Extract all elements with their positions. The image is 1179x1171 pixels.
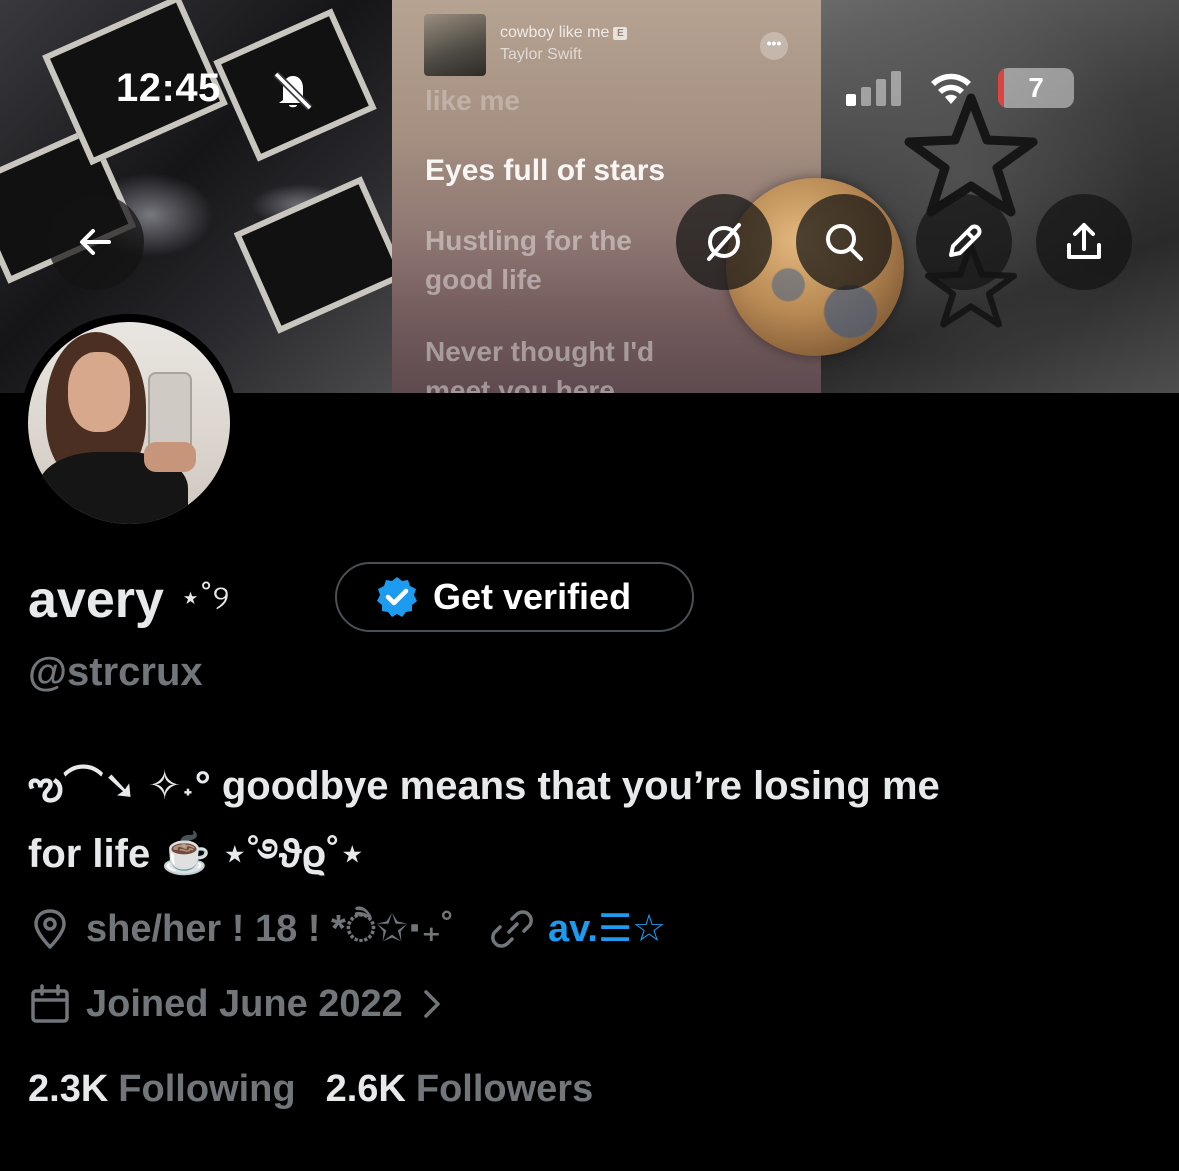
location-pin-icon <box>34 908 66 949</box>
joined-row[interactable]: Joined June 2022 <box>28 982 447 1026</box>
avatar-face <box>68 352 130 432</box>
display-name: avery ⋆˚୨ <box>28 571 230 629</box>
bell-slash-icon <box>273 71 313 110</box>
avatar-photo <box>28 322 230 524</box>
followers-label: Followers <box>415 1068 594 1110</box>
edit-button[interactable] <box>916 194 1012 290</box>
banner-photo-window <box>821 0 1179 393</box>
signal-icon <box>846 71 901 106</box>
avatar[interactable] <box>20 314 238 532</box>
banner-photo-book <box>0 0 392 393</box>
wifi-icon <box>931 73 971 104</box>
bio: ఌ︎⌒➘ ✧˖° goodbye means that you’re losin… <box>28 752 1148 888</box>
name-decoration: ⋆˚୨ <box>179 579 230 617</box>
share-button[interactable] <box>1036 194 1132 290</box>
grok-icon <box>707 223 741 261</box>
back-button[interactable] <box>48 194 144 290</box>
album-art <box>424 14 486 76</box>
profile-meta-row: she/her ! 18 ! *ੈ✩‧₊˚ av.☰☆ <box>28 906 666 951</box>
battery-percent: 7 <box>1028 72 1044 103</box>
lyric-line: like me <box>425 85 520 116</box>
website-link[interactable]: av.☰☆ <box>548 906 666 951</box>
search-icon <box>826 224 863 261</box>
more-icon: ••• <box>760 32 788 60</box>
link-icon <box>491 909 533 948</box>
grok-button[interactable] <box>676 194 772 290</box>
search-button[interactable] <box>796 194 892 290</box>
lyric-line: good life <box>425 264 542 295</box>
follow-stats: 2.3K Following 2.6K Followers <box>28 1068 593 1111</box>
lyric-line: meet you here <box>425 375 615 393</box>
explicit-badge: E <box>613 27 628 40</box>
calendar-icon <box>31 984 69 1023</box>
bio-line: for life ☕️ ⋆˚࿔ϑϱ˚⋆ <box>28 832 365 876</box>
location-text: she/her ! 18 ! *ੈ✩‧₊˚ <box>86 908 454 950</box>
followers-link[interactable]: 2.6K Followers <box>326 1068 594 1111</box>
get-verified-label: Get verified <box>433 576 632 617</box>
share-icon <box>1067 223 1101 259</box>
avatar-hand <box>144 442 196 472</box>
song-artist: Taylor Swift <box>500 46 582 63</box>
lyric-line-active: Eyes full of stars <box>425 154 666 187</box>
bio-line: ఌ︎⌒➘ ✧˖° goodbye means that you’re losin… <box>28 764 940 808</box>
get-verified-button[interactable]: Get verified <box>335 562 694 632</box>
book-page-image <box>233 176 392 334</box>
followers-count: 2.6K <box>325 1068 406 1110</box>
lyric-line: Never thought I'd <box>425 336 655 367</box>
following-label: Following <box>118 1068 296 1110</box>
battery-icon: 7 <box>998 68 1074 108</box>
arrow-left-icon <box>80 229 111 255</box>
joined-date: Joined June 2022 <box>86 982 403 1025</box>
pencil-icon <box>949 224 982 257</box>
chevron-right-icon <box>424 990 440 1018</box>
status-time: 12:45 <box>116 66 221 110</box>
song-title: cowboy like me E <box>500 24 628 42</box>
following-link[interactable]: 2.3K Following <box>28 1068 296 1111</box>
handle: @strcrux <box>28 650 203 694</box>
lyric-line: Hustling for the <box>425 225 632 256</box>
following-count: 2.3K <box>28 1068 109 1110</box>
verified-badge-icon <box>377 577 417 617</box>
